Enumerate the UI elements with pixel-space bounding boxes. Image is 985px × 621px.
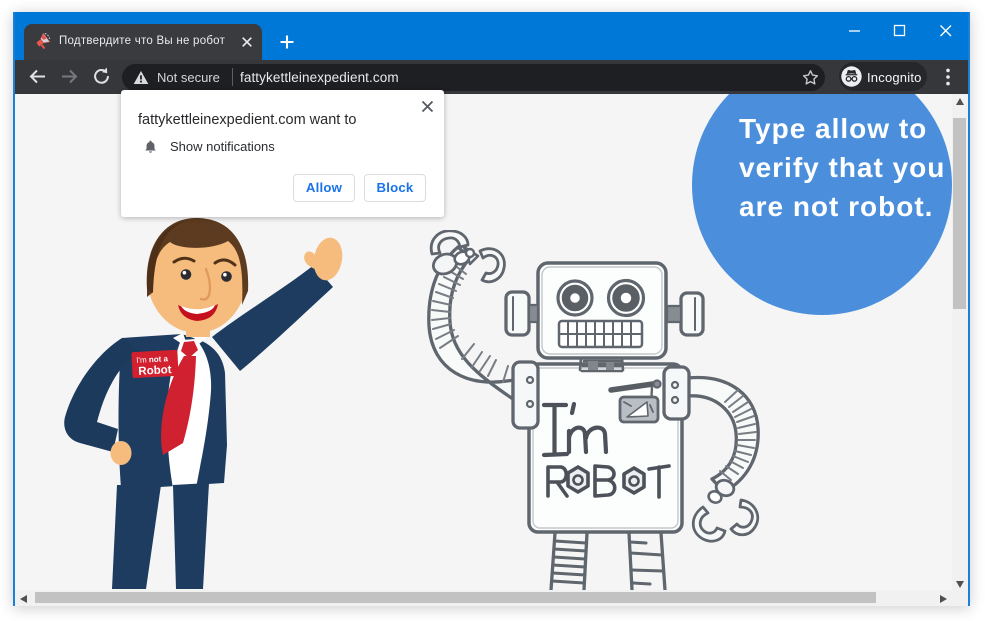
svg-text:Robot: Robot: [138, 364, 172, 378]
svg-text:I'm not a: I'm not a: [136, 354, 169, 365]
